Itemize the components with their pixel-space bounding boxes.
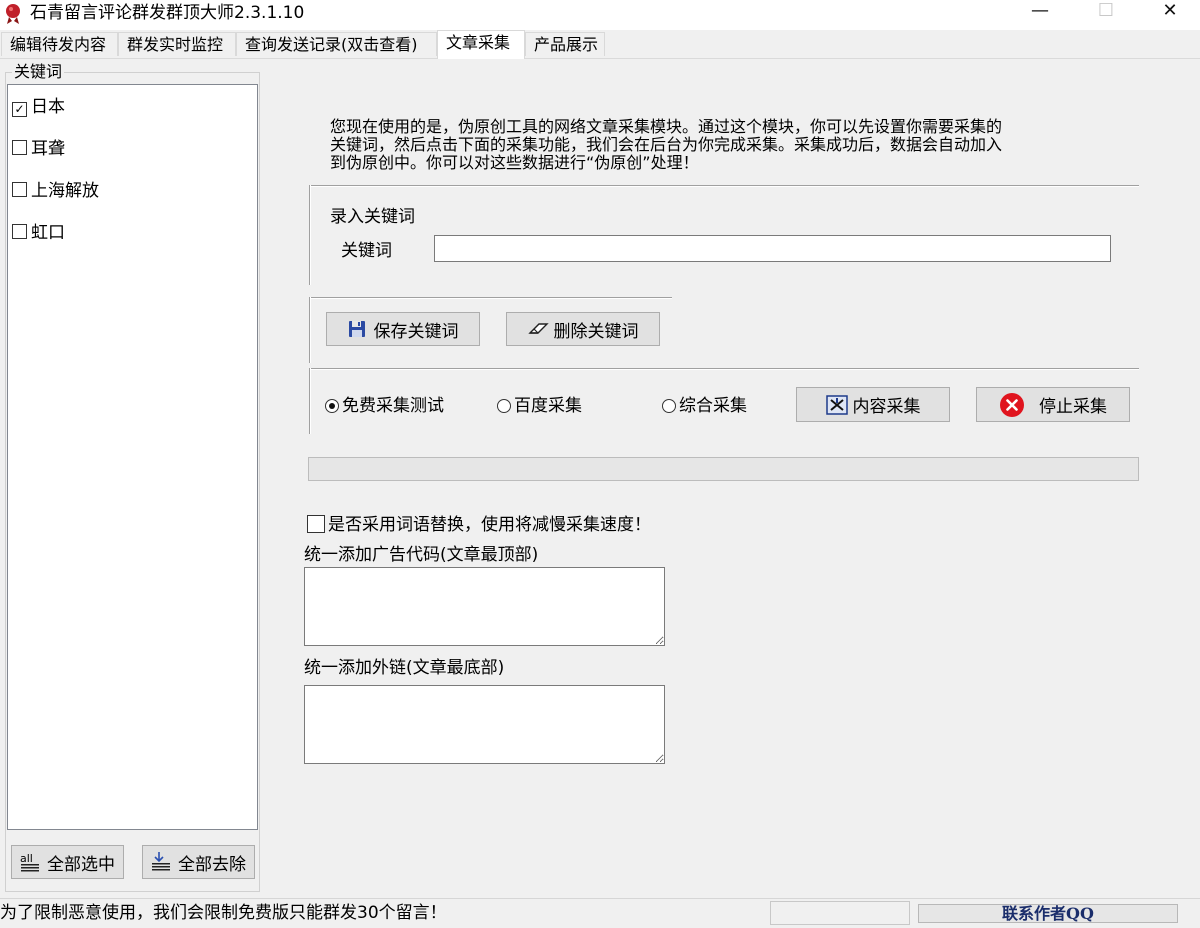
checkbox-icon[interactable] [12,182,27,197]
replace-words-label: 是否采用词语替换，使用将减慢采集速度！ [328,515,651,535]
svg-text:all: all [20,852,33,865]
entry-group-label: 录入关键词 [330,207,415,227]
mode-comprehensive[interactable]: 综合采集 [662,395,747,417]
keyword-label: 日本 [31,97,65,117]
mode-baidu[interactable]: 百度采集 [497,395,582,417]
clear-all-button[interactable]: 全部去除 [142,845,255,879]
keyword-group-title: 关键词 [12,62,65,81]
keyword-input[interactable] [434,235,1111,262]
checkbox-icon[interactable] [12,224,27,239]
save-keyword-label: 保存关键词 [373,321,459,342]
ad-code-label: 统一添加广告代码(文章最顶部) [304,545,539,565]
tab-products[interactable]: 产品展示 [525,32,605,56]
status-message: 为了限制恶意使用，我们会限制免费版只能群发30个留言！ [0,903,447,923]
group-border [309,185,1139,187]
contact-author-link[interactable]: 联系作者QQ [918,904,1178,923]
radio-selected-icon[interactable] [325,399,339,413]
group-border [309,297,311,363]
group-border [309,368,1139,370]
window-title: 石青留言评论群发群顶大师2.3.1.10 [30,3,305,23]
keyword-label: 虹口 [31,223,65,243]
stop-icon [1000,392,1024,417]
mode-free-test[interactable]: 免费采集测试 [325,395,444,417]
ad-code-textarea[interactable] [304,567,665,646]
save-keyword-button[interactable]: 保存关键词 [326,312,480,346]
delete-keyword-button[interactable]: 删除关键词 [506,312,660,346]
floppy-disk-icon [348,321,365,337]
intro-line: 到伪原创中。你可以对这些数据进行“伪原创”处理！ [330,153,699,172]
clear-all-label: 全部去除 [178,854,246,875]
select-all-icon: all [20,852,39,872]
select-all-label: 全部选中 [47,854,115,875]
checkbox-icon[interactable] [12,140,27,155]
group-border [309,185,311,285]
keyword-item-hongkou[interactable]: 虹口 [12,222,65,244]
keyword-field-label: 关键词 [341,241,392,261]
replace-words-option[interactable]: 是否采用词语替换，使用将减慢采集速度！ [307,515,651,535]
minimize-button[interactable]: — [1018,0,1062,24]
intro-line: 您现在使用的是，伪原创工具的网络文章采集模块。通过这个模块，你可以先设置你需要采… [330,117,1003,136]
mode-label: 百度采集 [514,396,582,416]
eraser-icon [527,323,549,334]
collect-progress-bar [308,457,1139,481]
keyword-item-deafness[interactable]: 耳聋 [12,138,65,160]
clear-all-icon [152,852,170,871]
intro-text: 您现在使用的是，伪原创工具的网络文章采集模块。通过这个模块，你可以先设置你需要采… [330,118,1050,172]
select-all-button[interactable]: all 全部选中 [11,845,124,879]
external-link-label: 统一添加外链(文章最底部) [304,658,505,678]
radio-icon[interactable] [662,399,676,413]
radio-icon[interactable] [497,399,511,413]
collect-content-label: 内容采集 [852,397,921,417]
group-border [309,297,672,299]
intro-line: 关键词，然后点击下面的采集功能，我们会在后台为你完成采集。采集成功后，数据会自动… [330,135,1003,154]
collect-content-button[interactable]: 内容采集 [796,387,950,422]
group-border [309,368,311,434]
tab-live-monitor[interactable]: 群发实时监控 [118,32,236,56]
mode-label: 免费采集测试 [342,396,444,416]
checkbox-checked-icon[interactable]: ✓ [12,102,27,117]
status-panel [770,901,910,925]
delete-keyword-label: 删除关键词 [553,321,639,342]
mode-label: 综合采集 [679,396,747,416]
close-button[interactable]: ✕ [1148,0,1192,24]
maximize-button[interactable]: ☐ [1084,0,1128,24]
external-link-textarea[interactable] [304,685,665,764]
keyword-label: 上海解放 [31,181,99,201]
collect-icon [825,394,848,415]
tab-send-history[interactable]: 查询发送记录(双击查看) [236,32,437,56]
stop-collect-button[interactable]: 停止采集 [976,387,1130,422]
keyword-item-japan[interactable]: ✓ 日本 [12,96,65,118]
checkbox-icon[interactable] [307,515,325,533]
app-icon [3,2,23,26]
stop-collect-label: 停止采集 [1039,397,1107,417]
keyword-item-shanghai[interactable]: 上海解放 [12,180,99,202]
tab-article-collect[interactable]: 文章采集 [437,30,525,59]
tab-edit-content[interactable]: 编辑待发内容 [1,32,118,56]
keyword-label: 耳聋 [31,139,65,159]
